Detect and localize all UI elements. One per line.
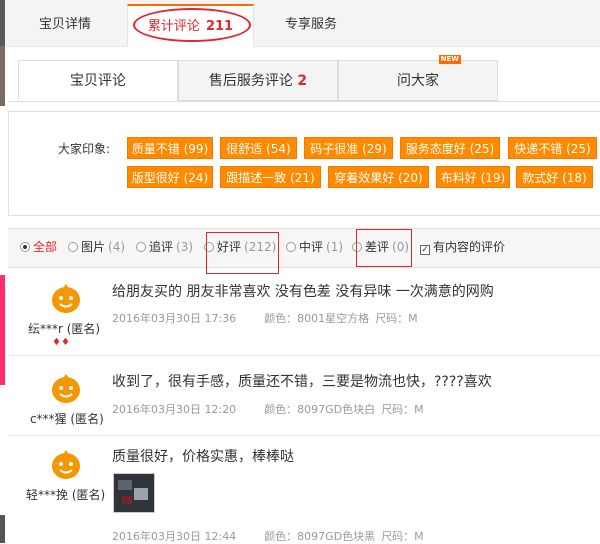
- impression-tag[interactable]: 跟描述一致 (21): [220, 166, 321, 188]
- radio-icon: [20, 242, 30, 252]
- avatar-icon: [47, 444, 85, 482]
- filter-content-only[interactable]: ✓ 有内容的评价: [420, 239, 505, 255]
- avatar-icon: [47, 368, 85, 406]
- radio-icon: [136, 242, 146, 252]
- impressions-panel: [8, 111, 600, 216]
- review-photo-thumbnail[interactable]: [113, 473, 155, 513]
- impression-tag[interactable]: 快递不错 (25): [508, 137, 597, 159]
- radio-icon: [286, 242, 296, 252]
- review-text: 质量很好，价格实惠，棒棒哒: [112, 449, 294, 465]
- impression-tag[interactable]: 款式好 (18): [516, 166, 593, 188]
- filter-all[interactable]: 全部: [20, 239, 57, 255]
- review-text: 收到了，很有手感，质量还不错，三要是物流也快，????喜欢: [112, 374, 492, 390]
- review-meta: 2016年03月30日 17:36 颜色：8001星空方格 尺码：M: [112, 312, 418, 325]
- impression-tag[interactable]: 穿着效果好 (20): [328, 166, 429, 188]
- impression-tag[interactable]: 布料好 (19): [436, 166, 510, 188]
- review-username: 轻***挽 (匿名): [26, 488, 106, 502]
- left-edge-mid: [0, 46, 5, 106]
- review-meta: 2016年03月30日 12:44 颜色：8097GD色块黑 尺码：M: [112, 530, 424, 543]
- impression-tag[interactable]: 码子很准 (29): [304, 137, 393, 159]
- impression-tag[interactable]: 质量不错 (99): [127, 137, 213, 159]
- review-username: 纭***r (匿名): [28, 322, 101, 336]
- impression-tag[interactable]: 服务态度好 (25): [400, 137, 500, 159]
- highlight-oval-annotation: [133, 8, 251, 42]
- left-edge-bottom: [0, 515, 5, 543]
- photo-image-icon: [114, 474, 154, 512]
- checkbox-checked-icon: ✓: [420, 245, 430, 255]
- tab-exclusive-service[interactable]: 专享服务: [254, 4, 368, 46]
- inner-tab-after-sale[interactable]: 售后服务评论 2: [178, 60, 338, 101]
- avatar-icon: [47, 278, 85, 316]
- new-badge: NEW: [438, 55, 461, 64]
- after-sale-count: 2: [297, 73, 308, 89]
- inner-tab-ask[interactable]: 问大家 NEW: [338, 55, 498, 101]
- review-username: c***猩 (匿名): [30, 412, 104, 426]
- filter-medium[interactable]: 中评 (1): [286, 239, 343, 255]
- impressions-label: 大家印象:: [58, 142, 111, 156]
- filter-append[interactable]: 追评 (3): [136, 239, 193, 255]
- inner-tab-item-reviews[interactable]: 宝贝评论: [18, 60, 178, 101]
- radio-icon: [68, 242, 78, 252]
- tab-item-details[interactable]: 宝贝详情: [6, 4, 124, 46]
- review-text: 给朋友买的 朋友非常喜欢 没有色差 没有异味 一次满意的网购: [112, 284, 494, 300]
- review-meta: 2016年03月30日 12:20 颜色：8097GD色块白 尺码：M: [112, 403, 424, 416]
- impression-tag[interactable]: 版型很好 (24): [127, 166, 213, 188]
- impression-tag[interactable]: 很舒适 (54): [220, 137, 297, 159]
- left-edge-pink: [0, 275, 5, 385]
- highlight-box-bad: [356, 229, 412, 267]
- buyer-level-badge-icon: ♦♦: [52, 337, 70, 348]
- filter-pictures[interactable]: 图片 (4): [68, 239, 125, 255]
